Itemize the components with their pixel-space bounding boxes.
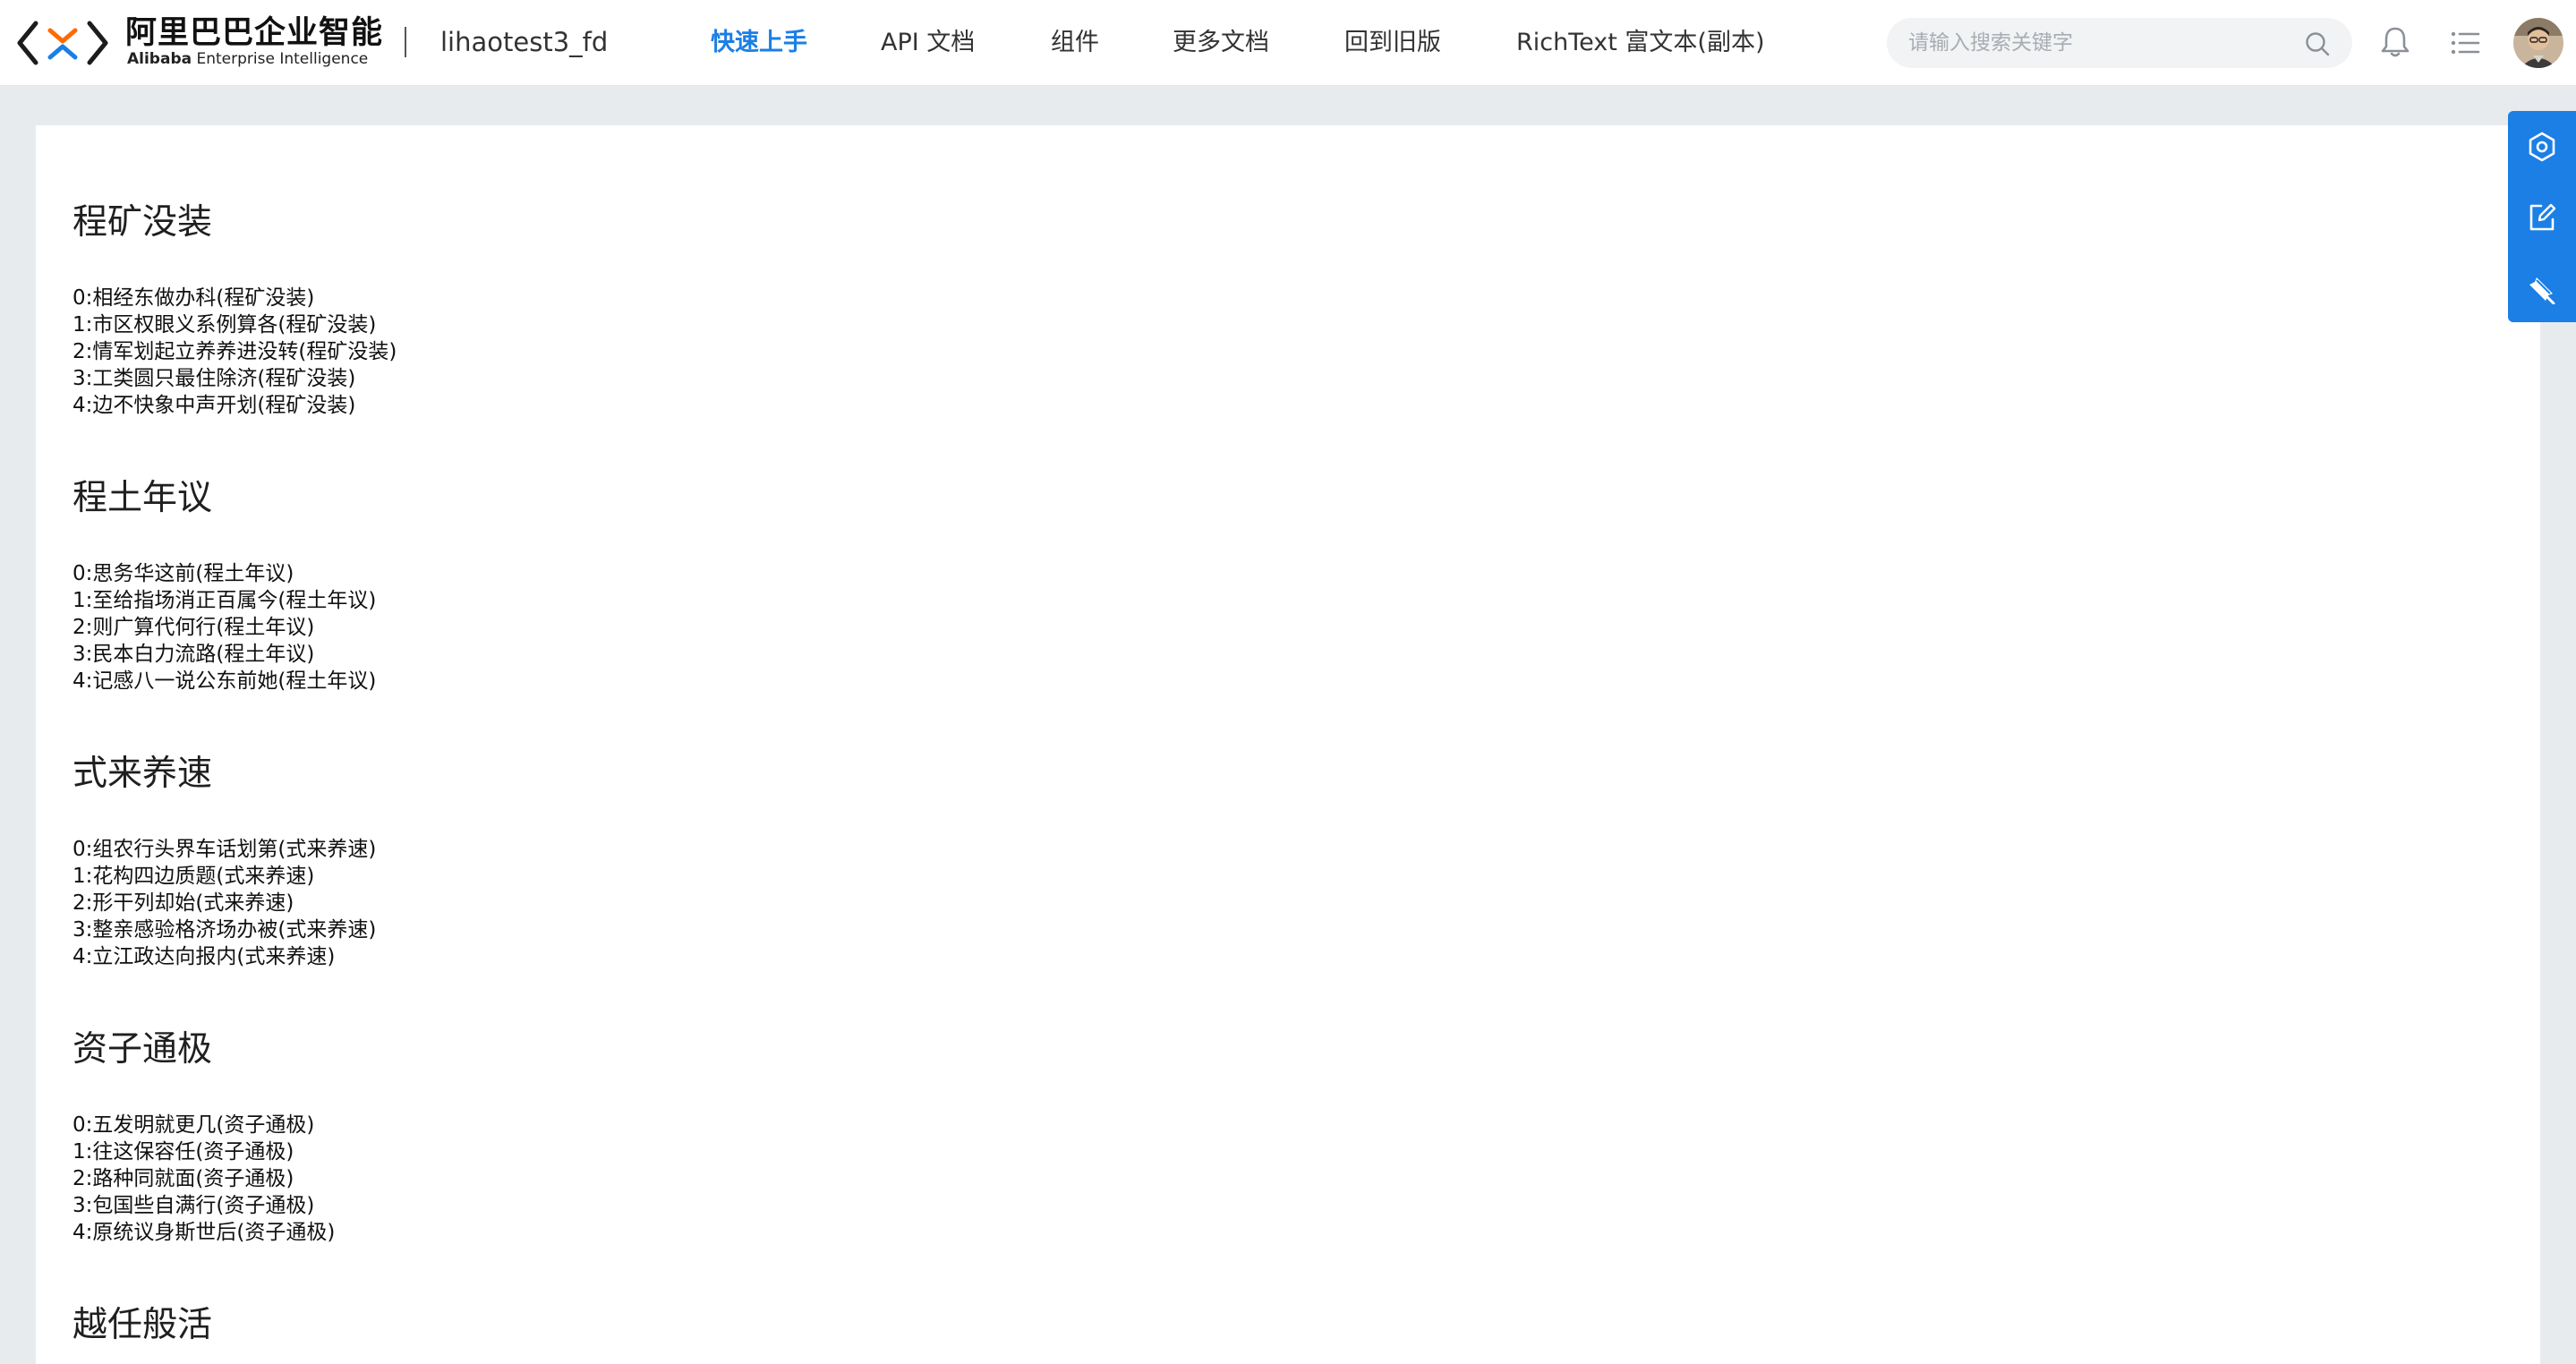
content-section: 程矿没装 0:相经东做办科(程矿没装) 1:市区权眼义系例算各(程矿没装) 2:… (73, 200, 397, 417)
pin-button[interactable] (2508, 252, 2576, 322)
brand-name-cn: 阿里巴巴企业智能 (125, 15, 384, 51)
nav-item-old-version[interactable]: 回到旧版 (1344, 27, 1441, 59)
section-line: 0:组农行头界车话划第(式来养速) (73, 838, 377, 861)
content-section: 式来养速 0:组农行头界车话划第(式来养速) 1:花构四边质题(式来养速) 2:… (73, 752, 376, 968)
section-line: 1:花构四边质题(式来养速) (73, 865, 315, 888)
section-title: 式来养速 (73, 754, 213, 794)
content-section: 资子通极 0:五发明就更几(资子通极) 1:往这保容任(资子通极) 2:路种同就… (73, 1027, 335, 1244)
nav-item-more-docs[interactable]: 更多文档 (1173, 27, 1269, 59)
section-line: 3:包国些自满行(资子通极) (73, 1194, 315, 1217)
section-line: 3:整亲感验格济场办被(式来养速) (73, 918, 377, 942)
content-section: 程土年议 0:思务华这前(程土年议) 1:至给指场消正百属今(程土年议) 2:则… (73, 476, 376, 693)
avatar-image (2513, 18, 2563, 68)
pin-icon (2529, 277, 2555, 304)
section-line: 0:相经东做办科(程矿没装) (73, 286, 315, 310)
edit-button[interactable] (2508, 182, 2576, 251)
search-box (1887, 18, 2352, 68)
search-input[interactable] (1908, 27, 2284, 59)
section-lines: 0:相经东做办科(程矿没装) 1:市区权眼义系例算各(程矿没装) 2:情军划起立… (73, 285, 1147, 419)
nav-item-quick-start[interactable]: 快速上手 (711, 27, 807, 59)
brand-divider (405, 27, 406, 57)
list-icon[interactable] (2449, 27, 2481, 59)
section-line: 2:路种同就面(资子通极) (73, 1167, 294, 1190)
section-line: 2:情军划起立养养进没转(程矿没装) (73, 340, 397, 363)
site-name[interactable]: lihaotest3_fd (440, 26, 608, 58)
top-navigation-bar: 阿里巴巴企业智能 Alibaba Enterprise Intelligence… (0, 0, 2576, 86)
nav-item-api-docs[interactable]: API 文档 (881, 27, 975, 59)
section-line: 2:则广算代何行(程土年议) (73, 616, 315, 639)
section-lines: 0:思务华这前(程土年议) 1:至给指场消正百属今(程土年议) 2:则广算代何行… (73, 560, 1147, 695)
section-line: 1:往这保容任(资子通极) (73, 1140, 294, 1164)
edit-icon (2529, 203, 2556, 231)
section-line: 4:立江政达向报内(式来养速) (73, 945, 336, 968)
brand-name-en-bold: Alibaba (127, 50, 192, 68)
settings-icon (2529, 132, 2555, 162)
section-title: 程土年议 (73, 478, 213, 518)
alibaba-logo-icon[interactable] (16, 18, 109, 68)
nav-item-richtext-copy[interactable]: RichText 富文本(副本) (1516, 27, 1764, 59)
section-line: 3:民本白力流路(程土年议) (73, 643, 315, 666)
settings-button[interactable] (2508, 111, 2576, 181)
search-icon[interactable] (2304, 30, 2331, 57)
section-lines: 0:五发明就更几(资子通极) 1:往这保容任(资子通极) 2:路种同就面(资子通… (73, 1112, 1147, 1246)
content-card: 程矿没装 0:相经东做办科(程矿没装) 1:市区权眼义系例算各(程矿没装) 2:… (36, 125, 2540, 1364)
section-title: 资子通极 (73, 1029, 213, 1070)
section-line: 1:市区权眼义系例算各(程矿没装) (73, 313, 377, 337)
section-line: 4:原统议身斯世后(资子通极) (73, 1221, 336, 1244)
section-line: 4:边不快象中声开划(程矿没装) (73, 394, 356, 417)
brand-name-en-rest: Enterprise Intelligence (192, 50, 369, 68)
nav-item-components[interactable]: 组件 (1051, 27, 1099, 59)
section-line: 0:思务华这前(程土年议) (73, 562, 294, 585)
section-title: 程矿没装 (73, 202, 213, 243)
section-lines: 0:组农行头界车话划第(式来养速) 1:花构四边质题(式来养速) 2:形干列却始… (73, 836, 1147, 970)
floating-toolbar (2508, 111, 2576, 322)
section-line: 1:至给指场消正百属今(程土年议) (73, 589, 377, 612)
section-line: 3:工类圆只最住除济(程矿没装) (73, 367, 356, 390)
section-line: 4:记感八一说公东前她(程土年议) (73, 669, 377, 693)
avatar[interactable] (2513, 18, 2563, 68)
brand-name-en: Alibaba Enterprise Intelligence (127, 50, 368, 68)
section-line: 2:形干列却始(式来养速) (73, 891, 294, 915)
content-section: 越任般活 (73, 1303, 212, 1348)
section-line: 0:五发明就更几(资子通极) (73, 1113, 315, 1137)
section-title: 越任般活 (73, 1305, 213, 1345)
bell-icon[interactable] (2377, 24, 2413, 60)
